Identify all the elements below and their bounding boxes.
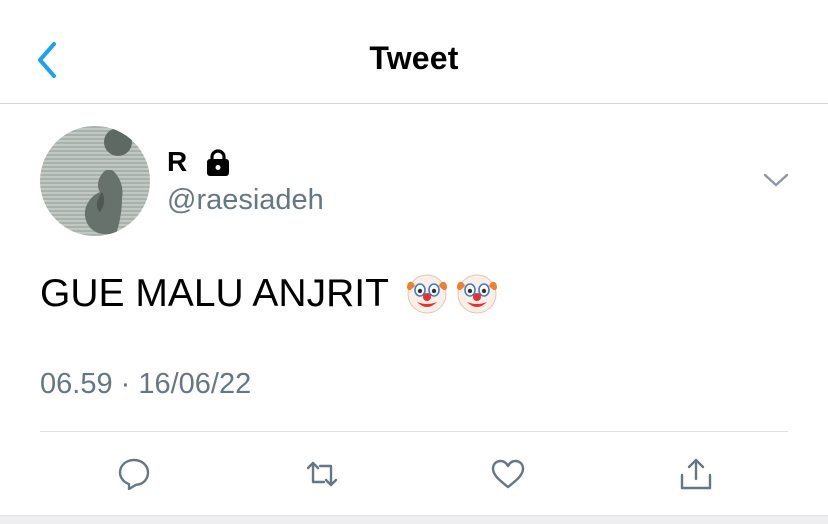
like-icon <box>491 459 525 489</box>
tweet-timestamp[interactable]: 06.59 · 16/06/22 <box>40 368 251 401</box>
lock-icon <box>207 149 230 176</box>
author-name[interactable]: R <box>167 146 187 178</box>
more-options-button[interactable] <box>761 168 791 192</box>
like-button[interactable] <box>486 452 530 496</box>
retweet-icon <box>306 461 338 487</box>
author-handle[interactable]: @raesiadeh <box>167 184 324 217</box>
avatar[interactable] <box>40 126 150 236</box>
retweet-button[interactable] <box>300 452 344 496</box>
divider <box>40 431 788 432</box>
reply-button[interactable] <box>112 452 156 496</box>
share-icon <box>680 458 712 490</box>
clown-face-icon <box>406 274 447 314</box>
clown-face-icon <box>456 274 497 314</box>
chevron-down-icon <box>763 173 789 187</box>
avatar-image <box>84 128 132 234</box>
share-button[interactable] <box>674 452 718 496</box>
reply-icon <box>118 458 150 491</box>
page-title: Tweet <box>369 40 459 76</box>
tweet-body: GUE MALU ANJRIT <box>40 272 389 315</box>
top-navigation-bar: Tweet <box>0 0 828 104</box>
action-bar <box>0 452 828 500</box>
tweet-text: GUE MALU ANJRIT <box>40 272 499 316</box>
author-row: R <box>167 144 233 180</box>
